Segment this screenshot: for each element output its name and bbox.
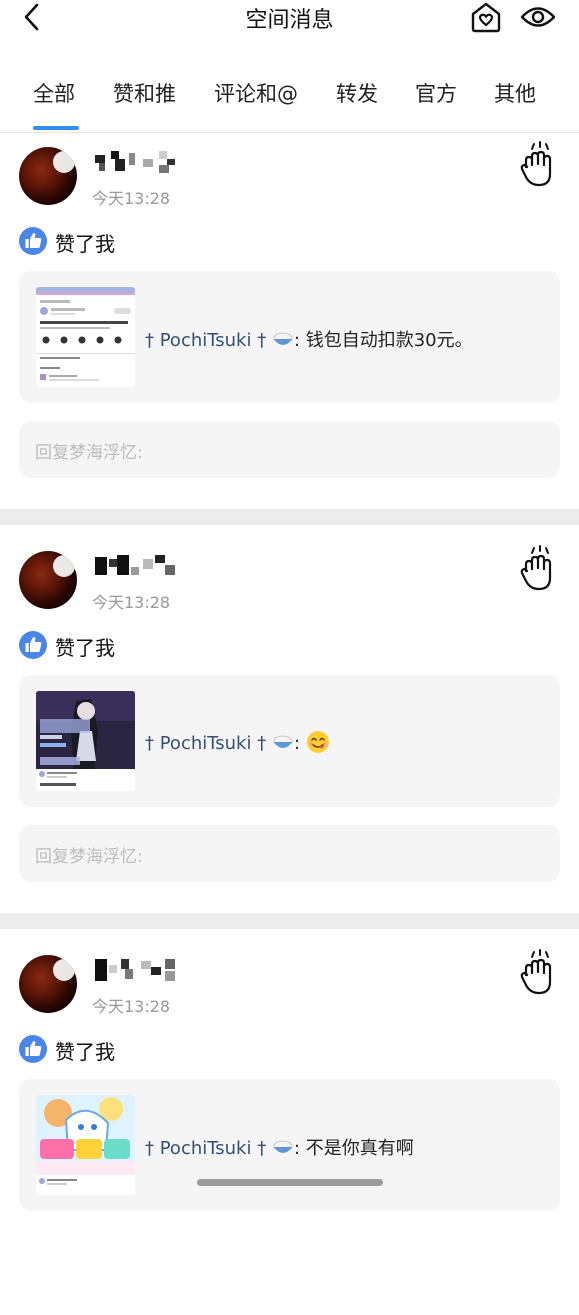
- timestamp: 今天13:28: [92, 997, 171, 1016]
- home-indicator[interactable]: [197, 1179, 383, 1186]
- timestamp: 今天13:28: [92, 189, 171, 208]
- quoted-author-name[interactable]: † PochiTsuki †: [145, 733, 266, 754]
- reply-placeholder: 回复梦海浮忆:: [35, 443, 143, 463]
- rice-bowl-icon: [272, 1139, 294, 1162]
- section-divider: [0, 509, 579, 525]
- tab-comments-and-mentions[interactable]: 评论和@: [214, 78, 298, 108]
- redacted-username: [95, 555, 185, 579]
- eye-icon: [520, 7, 556, 27]
- like-action-text: 赞了我: [55, 232, 115, 256]
- post-thumbnail: [36, 287, 135, 387]
- avatar[interactable]: [19, 147, 77, 205]
- quoted-author-name[interactable]: † PochiTsuki †: [145, 330, 266, 351]
- feed-item: 今天13:28 赞了我: [0, 537, 579, 911]
- thumbs-up-icon: [19, 631, 47, 659]
- quoted-author-name[interactable]: † PochiTsuki †: [145, 1138, 266, 1159]
- clapping-hand-icon: [520, 141, 552, 187]
- message-tabs: 全部 赞和推 评论和@ 转发 官方 其他: [0, 68, 579, 133]
- quoted-post[interactable]: † PochiTsuki † : 不是你真有啊: [19, 1079, 560, 1211]
- redacted-username: [95, 151, 185, 175]
- quoted-message: 钱包自动扣款30元。: [305, 330, 473, 351]
- like-action-text: 赞了我: [55, 636, 115, 660]
- active-tab-indicator: [33, 126, 79, 130]
- yum-face-icon: [306, 730, 330, 759]
- quoted-message: 不是你真有啊: [305, 1138, 414, 1159]
- quoted-post[interactable]: † PochiTsuki † : 钱包自动扣款30元。: [19, 271, 560, 403]
- clap-button[interactable]: [516, 949, 560, 997]
- top-bar: 空间消息: [0, 0, 579, 34]
- quoted-post-text: † PochiTsuki † : 不是你真有啊: [145, 1134, 414, 1162]
- section-divider: [0, 913, 579, 929]
- avatar[interactable]: [19, 955, 77, 1013]
- reply-input[interactable]: 回复梦海浮忆:: [19, 825, 560, 882]
- feed-item: 今天13:28 赞了我: [0, 941, 579, 1315]
- thumbs-up-icon: [19, 227, 47, 255]
- clapping-hand-icon: [520, 545, 552, 591]
- quoted-post-text: † PochiTsuki † :: [145, 730, 330, 759]
- quoted-post[interactable]: † PochiTsuki † :: [19, 675, 560, 807]
- timestamp: 今天13:28: [92, 593, 171, 612]
- post-thumbnail: [36, 1095, 135, 1195]
- rice-bowl-icon: [272, 734, 294, 757]
- like-action-text: 赞了我: [55, 1040, 115, 1064]
- reply-placeholder: 回复梦海浮忆:: [35, 847, 143, 867]
- redacted-username: [95, 959, 185, 983]
- visibility-button[interactable]: [518, 0, 558, 34]
- avatar[interactable]: [19, 551, 77, 609]
- post-thumbnail: [36, 691, 135, 791]
- tab-all[interactable]: 全部: [33, 78, 75, 108]
- clap-button[interactable]: [516, 141, 560, 189]
- tab-official[interactable]: 官方: [415, 78, 457, 108]
- tab-other[interactable]: 其他: [494, 78, 536, 108]
- home-heart-button[interactable]: [468, 0, 504, 34]
- tab-likes-and-recommends[interactable]: 赞和推: [113, 78, 176, 108]
- clap-button[interactable]: [516, 545, 560, 593]
- home-heart-icon: [471, 2, 501, 33]
- clapping-hand-icon: [520, 949, 552, 995]
- quoted-post-text: † PochiTsuki † : 钱包自动扣款30元。: [145, 326, 473, 354]
- feed-item: 今天13:28 赞了我: [0, 133, 579, 507]
- thumbs-up-icon: [19, 1035, 47, 1063]
- rice-bowl-icon: [272, 331, 294, 354]
- reply-input[interactable]: 回复梦海浮忆:: [19, 421, 560, 478]
- tab-reposts[interactable]: 转发: [336, 78, 378, 108]
